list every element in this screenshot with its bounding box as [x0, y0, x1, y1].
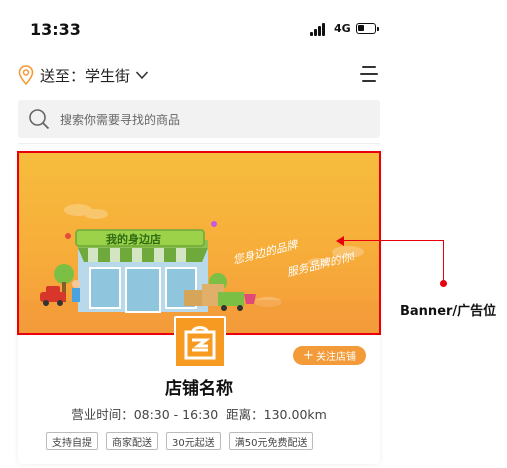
service-tags: 支持自提 商家配送 30元起送 满50元免费配送 — [46, 432, 321, 450]
service-tag: 支持自提 — [46, 432, 98, 450]
store-logo — [174, 316, 226, 368]
service-tag: 30元起送 — [166, 432, 221, 450]
banner-highlight-frame — [17, 151, 381, 335]
divider — [18, 143, 380, 144]
store-name: 店铺名称 — [165, 379, 233, 399]
service-tag: 商家配送 — [106, 432, 158, 450]
status-icons: 4G — [310, 22, 380, 38]
shopping-bag-icon — [184, 326, 216, 360]
follow-label: 关注店铺 — [315, 352, 356, 363]
business-hours: 营业时间：08:30 - 16:30 — [71, 407, 219, 422]
annotation-line — [443, 240, 444, 282]
annotation-dot — [440, 280, 447, 287]
signal-icon — [310, 23, 330, 36]
chevron-down-icon — [135, 71, 149, 80]
annotation-arrow-icon — [336, 236, 344, 246]
location-pin-icon — [18, 65, 34, 85]
menu-icon[interactable] — [360, 66, 378, 82]
search-icon — [29, 109, 50, 130]
battery-icon — [356, 23, 379, 34]
annotation-line — [341, 240, 444, 241]
plus-icon: + — [303, 348, 314, 363]
delivery-location[interactable]: 送至： 学生街 — [18, 62, 149, 88]
distance: 距离：130.00km — [226, 407, 327, 422]
search-input[interactable] — [58, 107, 362, 133]
location-address: 学生街 — [85, 66, 131, 85]
search-bar[interactable] — [18, 100, 380, 138]
location-prefix: 送至： — [40, 66, 86, 85]
store-info: 营业时间：08:30 - 16:30 距离：130.00km — [18, 404, 380, 423]
follow-store-button[interactable]: + 关注店铺 — [293, 346, 366, 365]
annotation-label: Banner/广告位 — [400, 304, 497, 319]
network-label: 4G — [334, 22, 351, 35]
status-time: 13:33 — [30, 20, 81, 39]
service-tag: 满50元免费配送 — [228, 432, 314, 450]
